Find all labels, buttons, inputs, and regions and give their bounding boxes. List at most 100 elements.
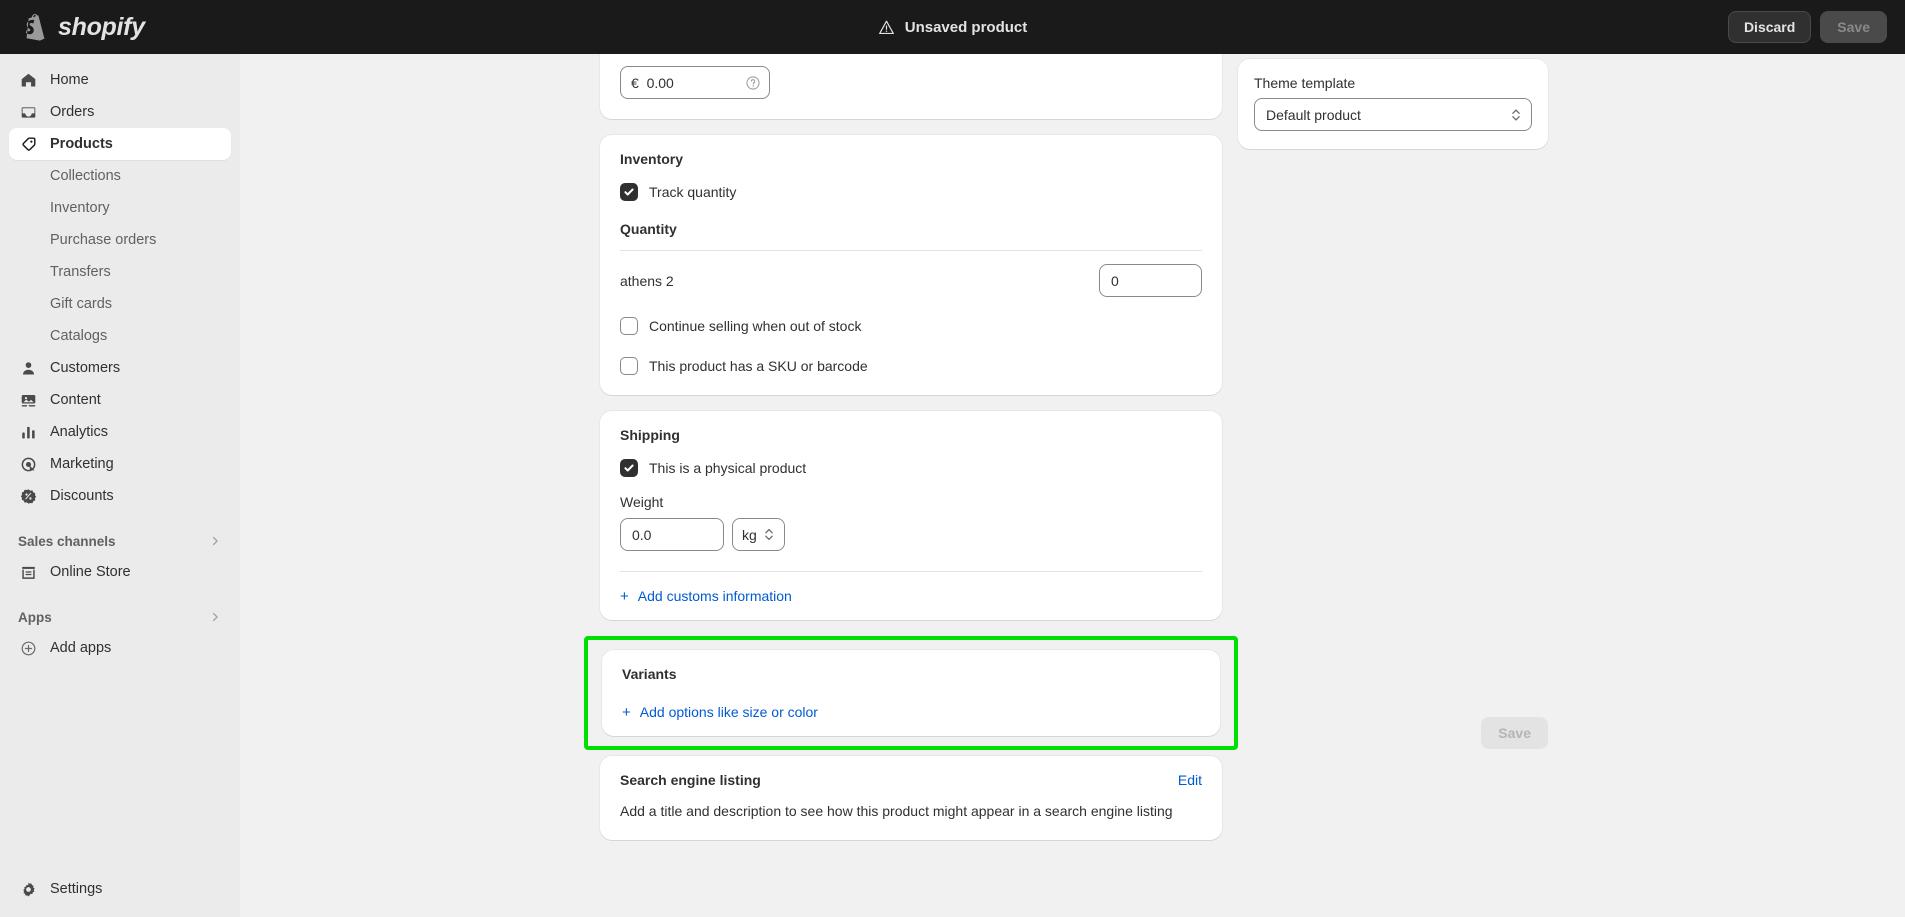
edit-link[interactable]: Edit: [1178, 772, 1202, 788]
sidebar-item-collections[interactable]: Collections: [9, 160, 231, 192]
sidebar-item-customers[interactable]: Customers: [9, 352, 231, 384]
footer-actions: Save: [1238, 717, 1548, 757]
top-bar-center: Unsaved product: [0, 0, 1905, 54]
storefront-icon: [18, 562, 38, 582]
track-quantity-row[interactable]: Track quantity: [620, 183, 1202, 201]
save-button-bottom[interactable]: Save: [1481, 717, 1548, 749]
page-title: Unsaved product: [904, 18, 1028, 36]
shopify-bag-icon: [25, 13, 45, 41]
sidebar-item-label: Discounts: [50, 488, 114, 504]
sidebar-item-settings[interactable]: Settings: [9, 873, 231, 905]
quantity-input[interactable]: [1099, 264, 1202, 297]
top-bar-actions: Discard Save: [1727, 0, 1887, 54]
plus-circle-icon: [18, 638, 38, 658]
warning-triangle-icon: [878, 20, 894, 34]
shopify-logo[interactable]: shopify: [0, 13, 240, 42]
question-circle-icon[interactable]: [745, 75, 761, 91]
variants-card: Variants + Add options like size or colo…: [602, 650, 1220, 736]
has-sku-label: This product has a SKU or barcode: [649, 358, 868, 374]
sidebar-section-label: Sales channels: [18, 533, 116, 549]
content-image-icon: [18, 390, 38, 410]
chevron-right-icon: [212, 536, 218, 546]
sidebar-item-purchase-orders[interactable]: Purchase orders: [9, 224, 231, 256]
continue-selling-row[interactable]: Continue selling when out of stock: [620, 317, 1202, 335]
plus-icon: +: [622, 703, 631, 721]
save-button-top[interactable]: Save: [1820, 10, 1887, 44]
sidebar-item-label: Content: [50, 392, 101, 408]
sidebar-item-orders[interactable]: Orders: [9, 96, 231, 128]
sidebar-item-label: Orders: [50, 104, 95, 120]
sidebar-section-label: Apps: [18, 609, 52, 625]
theme-template-select[interactable]: Default product: [1254, 98, 1532, 131]
marketing-target-icon: [18, 454, 38, 474]
add-options-label: Add options like size or color: [639, 704, 818, 720]
sidebar-item-inventory[interactable]: Inventory: [9, 192, 231, 224]
has-sku-row[interactable]: This product has a SKU or barcode: [620, 357, 1202, 375]
physical-product-checkbox[interactable]: [620, 459, 638, 477]
physical-product-label: This is a physical product: [649, 460, 807, 476]
search-engine-listing-title: Search engine listing: [620, 772, 761, 788]
weight-input[interactable]: [620, 518, 724, 551]
continue-selling-label: Continue selling when out of stock: [649, 318, 862, 334]
sidebar-item-label: Products: [50, 136, 113, 152]
sidebar-item-products[interactable]: Products: [9, 128, 231, 160]
main-content: € 0.00 Inventory Track quantity Quantity…: [240, 16, 1905, 917]
add-customs-information-label: Add customs information: [637, 588, 792, 604]
home-icon: [18, 70, 38, 90]
orders-inbox-icon: [18, 102, 38, 122]
sidebar-item-transfers[interactable]: Transfers: [9, 256, 231, 288]
sidebar-section-apps[interactable]: Apps: [9, 602, 231, 632]
sidebar-item-analytics[interactable]: Analytics: [9, 416, 231, 448]
add-options-link[interactable]: + Add options like size or color: [622, 704, 1200, 720]
physical-product-row[interactable]: This is a physical product: [620, 459, 1202, 477]
continue-selling-checkbox[interactable]: [620, 317, 638, 335]
sidebar-item-content[interactable]: Content: [9, 384, 231, 416]
sidebar-item-gift-cards[interactable]: Gift cards: [9, 288, 231, 320]
sidebar-item-label: Settings: [50, 881, 103, 897]
sidebar-item-online-store[interactable]: Online Store: [9, 556, 231, 588]
price-input[interactable]: € 0.00: [620, 66, 770, 99]
variants-title: Variants: [622, 666, 677, 682]
discard-button[interactable]: Discard: [1727, 10, 1812, 44]
weight-row: kg: [620, 518, 1202, 551]
sidebar-section-sales-channels[interactable]: Sales channels: [9, 526, 231, 556]
chevron-updown-icon: [764, 528, 773, 541]
weight-label: Weight: [620, 494, 664, 510]
chevron-right-icon: [212, 612, 218, 622]
variants-card-body: Variants + Add options like size or colo…: [602, 650, 1220, 736]
top-bar: shopify Unsaved product Discard Save: [0, 0, 1905, 54]
shopify-admin-window: shopify Unsaved product Discard Save Hom…: [0, 0, 1905, 917]
unsaved-status: Unsaved product: [878, 18, 1028, 36]
sidebar-footer: Settings: [0, 873, 240, 917]
discount-badge-icon: [18, 486, 38, 506]
sidebar-item-catalogs[interactable]: Catalogs: [9, 320, 231, 352]
sidebar-item-marketing[interactable]: Marketing: [9, 448, 231, 480]
theme-template-label: Theme template: [1254, 75, 1356, 91]
sidebar-item-home[interactable]: Home: [9, 64, 231, 96]
sidebar-item-add-apps[interactable]: Add apps: [9, 632, 231, 664]
theme-template-body: Theme template Default product: [1238, 59, 1548, 149]
track-quantity-checkbox[interactable]: [620, 183, 638, 201]
sidebar: Home Orders Products Collections Invento…: [0, 54, 240, 917]
has-sku-checkbox[interactable]: [620, 357, 638, 375]
quantity-row: athens 2: [620, 251, 1202, 317]
inventory-card-body: Inventory Track quantity Quantity athens…: [600, 135, 1222, 395]
search-engine-listing-header: Search engine listing Edit: [620, 772, 1202, 788]
shipping-card: Shipping This is a physical product Weig…: [600, 411, 1222, 620]
inventory-card: Inventory Track quantity Quantity athens…: [600, 135, 1222, 395]
person-icon: [18, 358, 38, 378]
sidebar-item-label: Online Store: [50, 564, 131, 580]
variants-highlight: Variants + Add options like size or colo…: [584, 636, 1238, 750]
primary-column: € 0.00 Inventory Track quantity Quantity…: [584, 16, 1238, 856]
add-customs-information-link[interactable]: + Add customs information: [620, 572, 1202, 620]
quantity-label: Quantity: [620, 221, 677, 237]
sidebar-item-label: Marketing: [50, 456, 114, 472]
weight-unit-select[interactable]: kg: [732, 518, 785, 551]
sidebar-item-discounts[interactable]: Discounts: [9, 480, 231, 512]
price-value: € 0.00: [631, 74, 674, 91]
sidebar-item-label: Add apps: [50, 640, 112, 656]
search-engine-listing-card: Search engine listing Edit Add a title a…: [600, 756, 1222, 840]
location-name: athens 2: [620, 272, 674, 289]
search-engine-listing-body: Search engine listing Edit Add a title a…: [600, 756, 1222, 840]
sidebar-item-label: Analytics: [50, 424, 109, 440]
